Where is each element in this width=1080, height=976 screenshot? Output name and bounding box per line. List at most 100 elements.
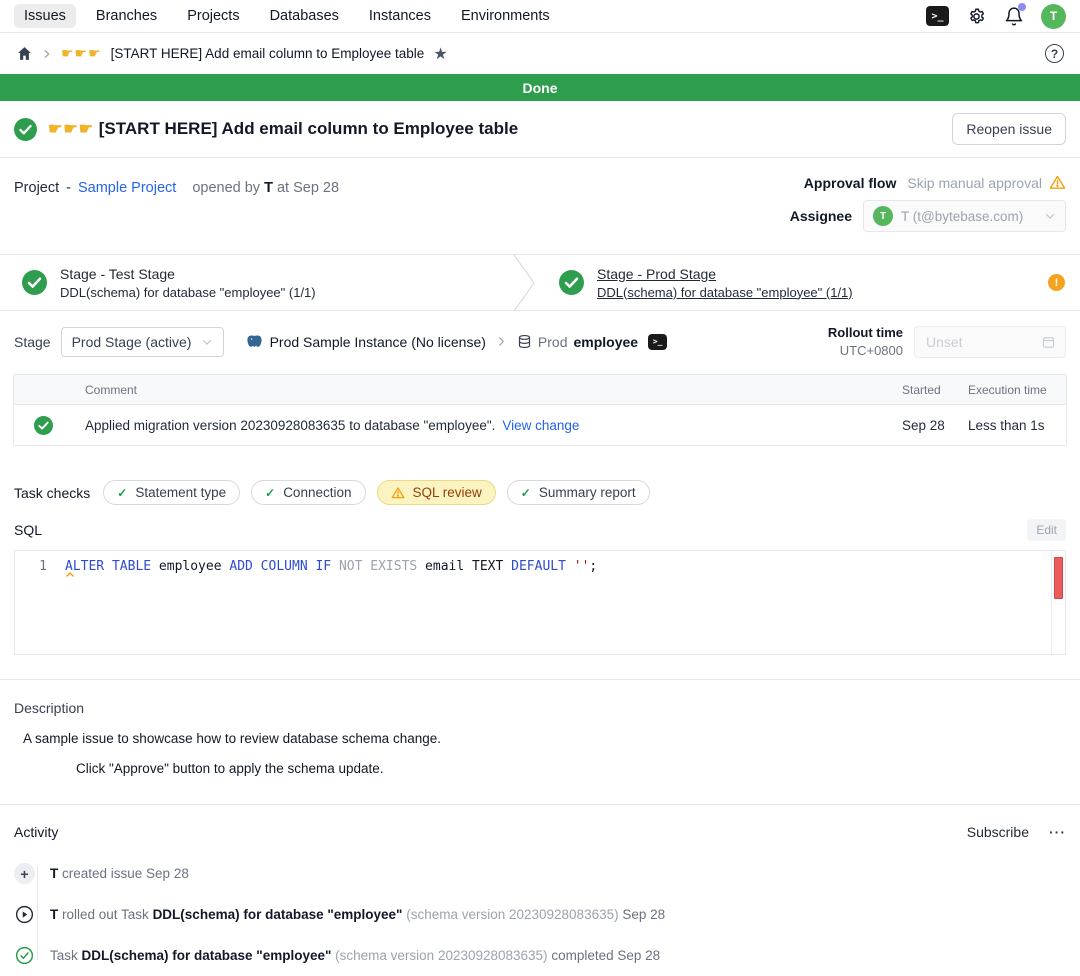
rollout-labels: Rollout time UTC+0800 [828, 324, 903, 359]
stage-card-text: Stage - Prod Stage DDL(schema) for datab… [597, 266, 853, 300]
rollout-time-input[interactable] [924, 333, 1041, 351]
check-badge-statement-type[interactable]: ✓ Statement type [103, 480, 240, 505]
home-icon[interactable] [16, 45, 33, 62]
project-line: Project - Sample Project opened by T at … [14, 174, 339, 232]
header-comment: Comment [72, 383, 902, 397]
play-circle-icon [14, 904, 35, 925]
activity-item-rollout: T rolled out Task DDL(schema) for databa… [14, 894, 1066, 935]
activity-timeline: + T created issue Sep 28 T rolled out Ta… [14, 853, 1066, 976]
rollout-timezone: UTC+0800 [828, 342, 903, 360]
issue-done-check-icon [14, 118, 37, 141]
nav-item-branches[interactable]: Branches [86, 4, 167, 28]
activity-item-created: + T created issue Sep 28 [14, 853, 1066, 894]
header-started: Started [902, 383, 968, 397]
stage-card-prod[interactable]: Stage - Prod Stage DDL(schema) for datab… [537, 266, 1048, 300]
nav-item-projects[interactable]: Projects [177, 4, 249, 28]
assignee-select[interactable]: T T (t@bytebase.com) [863, 200, 1066, 232]
postgresql-icon [246, 333, 263, 350]
pointer-emojis: ☛☛☛ [48, 121, 94, 138]
stage-subtitle: DDL(schema) for database "employee" (1/1… [60, 285, 316, 300]
stage-title: Stage - Test Stage [60, 266, 316, 282]
breadcrumb-issue-title: [START HERE] Add email column to Employe… [111, 46, 425, 61]
activity-text: T created issue Sep 28 [50, 866, 189, 881]
description-line: Click "Approve" button to apply the sche… [76, 761, 1066, 776]
stage-chevron-separator [511, 255, 537, 311]
nav-items: Issues Branches Projects Databases Insta… [14, 4, 560, 28]
editor-overview-ruler[interactable] [1051, 551, 1065, 654]
meta-right: Approval flow Skip manual approval Assig… [790, 174, 1066, 232]
database-name: employee [574, 334, 639, 350]
stage-success-check-icon [22, 270, 47, 295]
row-comment: Applied migration version 20230928083635… [85, 418, 495, 433]
settings-gear-icon[interactable] [966, 6, 987, 27]
view-change-link[interactable]: View change [502, 418, 579, 433]
row-success-check-icon [34, 416, 53, 435]
nav-item-databases[interactable]: Databases [260, 4, 349, 28]
project-separator: - [66, 180, 71, 196]
check-badge-summary-report[interactable]: ✓ Summary report [507, 480, 650, 505]
user-avatar[interactable]: T [1041, 4, 1066, 29]
help-icon[interactable]: ? [1045, 44, 1064, 63]
issue-meta: Project - Sample Project opened by T at … [0, 158, 1080, 238]
breadcrumb: ☛☛☛ [START HERE] Add email column to Emp… [0, 33, 1080, 74]
activity-title: Activity [14, 824, 58, 840]
activity-section: Activity Subscribe ··· + T created issue… [0, 805, 1080, 976]
stage-title: Stage - Prod Stage [597, 266, 853, 282]
project-link[interactable]: Sample Project [78, 180, 176, 196]
sql-editor-terminal-icon[interactable]: >_ [926, 6, 949, 26]
assignee-row: Assignee T T (t@bytebase.com) [790, 200, 1066, 232]
task-checks-label: Task checks [14, 485, 90, 501]
header-execution-time: Execution time [968, 383, 1066, 397]
check-badge-sql-review[interactable]: SQL review [377, 480, 496, 505]
breadcrumb-separator-icon [42, 49, 52, 59]
description-label: Description [14, 700, 1066, 716]
instance-link[interactable]: Prod Sample Instance (No license) [246, 333, 486, 350]
table-row: Applied migration version 20230928083635… [14, 405, 1066, 445]
rollout-time-input-wrap [914, 326, 1066, 358]
approval-flow-label: Approval flow [804, 175, 897, 191]
stage-select[interactable]: Prod Stage (active) [61, 327, 224, 357]
plus-icon: + [14, 863, 35, 884]
page-title: ☛☛☛ [START HERE] Add email column to Emp… [48, 119, 518, 139]
line-number: 1 [15, 551, 59, 654]
stage-card-test[interactable]: Stage - Test Stage DDL(schema) for datab… [0, 266, 511, 300]
nav-item-environments[interactable]: Environments [451, 4, 560, 28]
project-label: Project [14, 180, 59, 196]
sql-section: SQL Edit 1 ALTER TABLE employee ADD COLU… [0, 505, 1080, 655]
check-badge-connection[interactable]: ✓ Connection [251, 480, 365, 505]
status-banner: Done [0, 74, 1080, 101]
nav-item-issues[interactable]: Issues [14, 4, 76, 28]
top-navigation: Issues Branches Projects Databases Insta… [0, 0, 1080, 33]
nav-right-icons: >_ T [926, 4, 1066, 29]
pointer-emojis: ☛☛☛ [61, 45, 102, 62]
issue-title-row: ☛☛☛ [START HERE] Add email column to Emp… [0, 101, 1080, 158]
open-sql-editor-icon[interactable]: >_ [648, 334, 667, 350]
row-started: Sep 28 [902, 418, 968, 433]
stage-success-check-icon [559, 270, 584, 295]
approval-flow-row: Approval flow Skip manual approval [804, 174, 1066, 191]
stage-card-text: Stage - Test Stage DDL(schema) for datab… [60, 266, 316, 300]
description-line: A sample issue to showcase how to review… [23, 731, 1066, 746]
opened-by-text: opened by T at Sep 28 [192, 180, 339, 196]
reopen-issue-button[interactable]: Reopen issue [952, 113, 1066, 145]
activity-item-completed: Task DDL(schema) for database "employee"… [14, 935, 1066, 976]
nav-item-instances[interactable]: Instances [359, 4, 441, 28]
assignee-value: T (t@bytebase.com) [901, 209, 1023, 224]
task-checks-row: Task checks ✓ Statement type ✓ Connectio… [0, 446, 1080, 505]
sql-editor[interactable]: 1 ALTER TABLE employee ADD COLUMN IF NOT… [14, 550, 1066, 655]
database-link[interactable]: Prod employee [517, 334, 638, 350]
stage-detail-row: Stage Prod Stage (active) Prod Sample In… [0, 311, 1080, 372]
sql-edit-button[interactable]: Edit [1027, 519, 1066, 541]
notifications-bell-icon[interactable] [1004, 6, 1024, 27]
lint-error-marker [1054, 557, 1063, 599]
subscribe-button[interactable]: Subscribe [967, 824, 1029, 840]
database-environment: Prod [538, 334, 568, 350]
breadcrumb-separator-icon [496, 336, 507, 347]
stage-subtitle: DDL(schema) for database "employee" (1/1… [597, 285, 853, 300]
more-options-icon[interactable]: ··· [1049, 824, 1066, 840]
favorite-star-icon[interactable]: ★ [433, 44, 447, 64]
activity-text: T rolled out Task DDL(schema) for databa… [50, 907, 665, 922]
sql-code[interactable]: ALTER TABLE employee ADD COLUMN IF NOT E… [59, 551, 1051, 654]
approval-flow-value: Skip manual approval [907, 174, 1066, 191]
row-execution-time: Less than 1s [968, 418, 1066, 433]
